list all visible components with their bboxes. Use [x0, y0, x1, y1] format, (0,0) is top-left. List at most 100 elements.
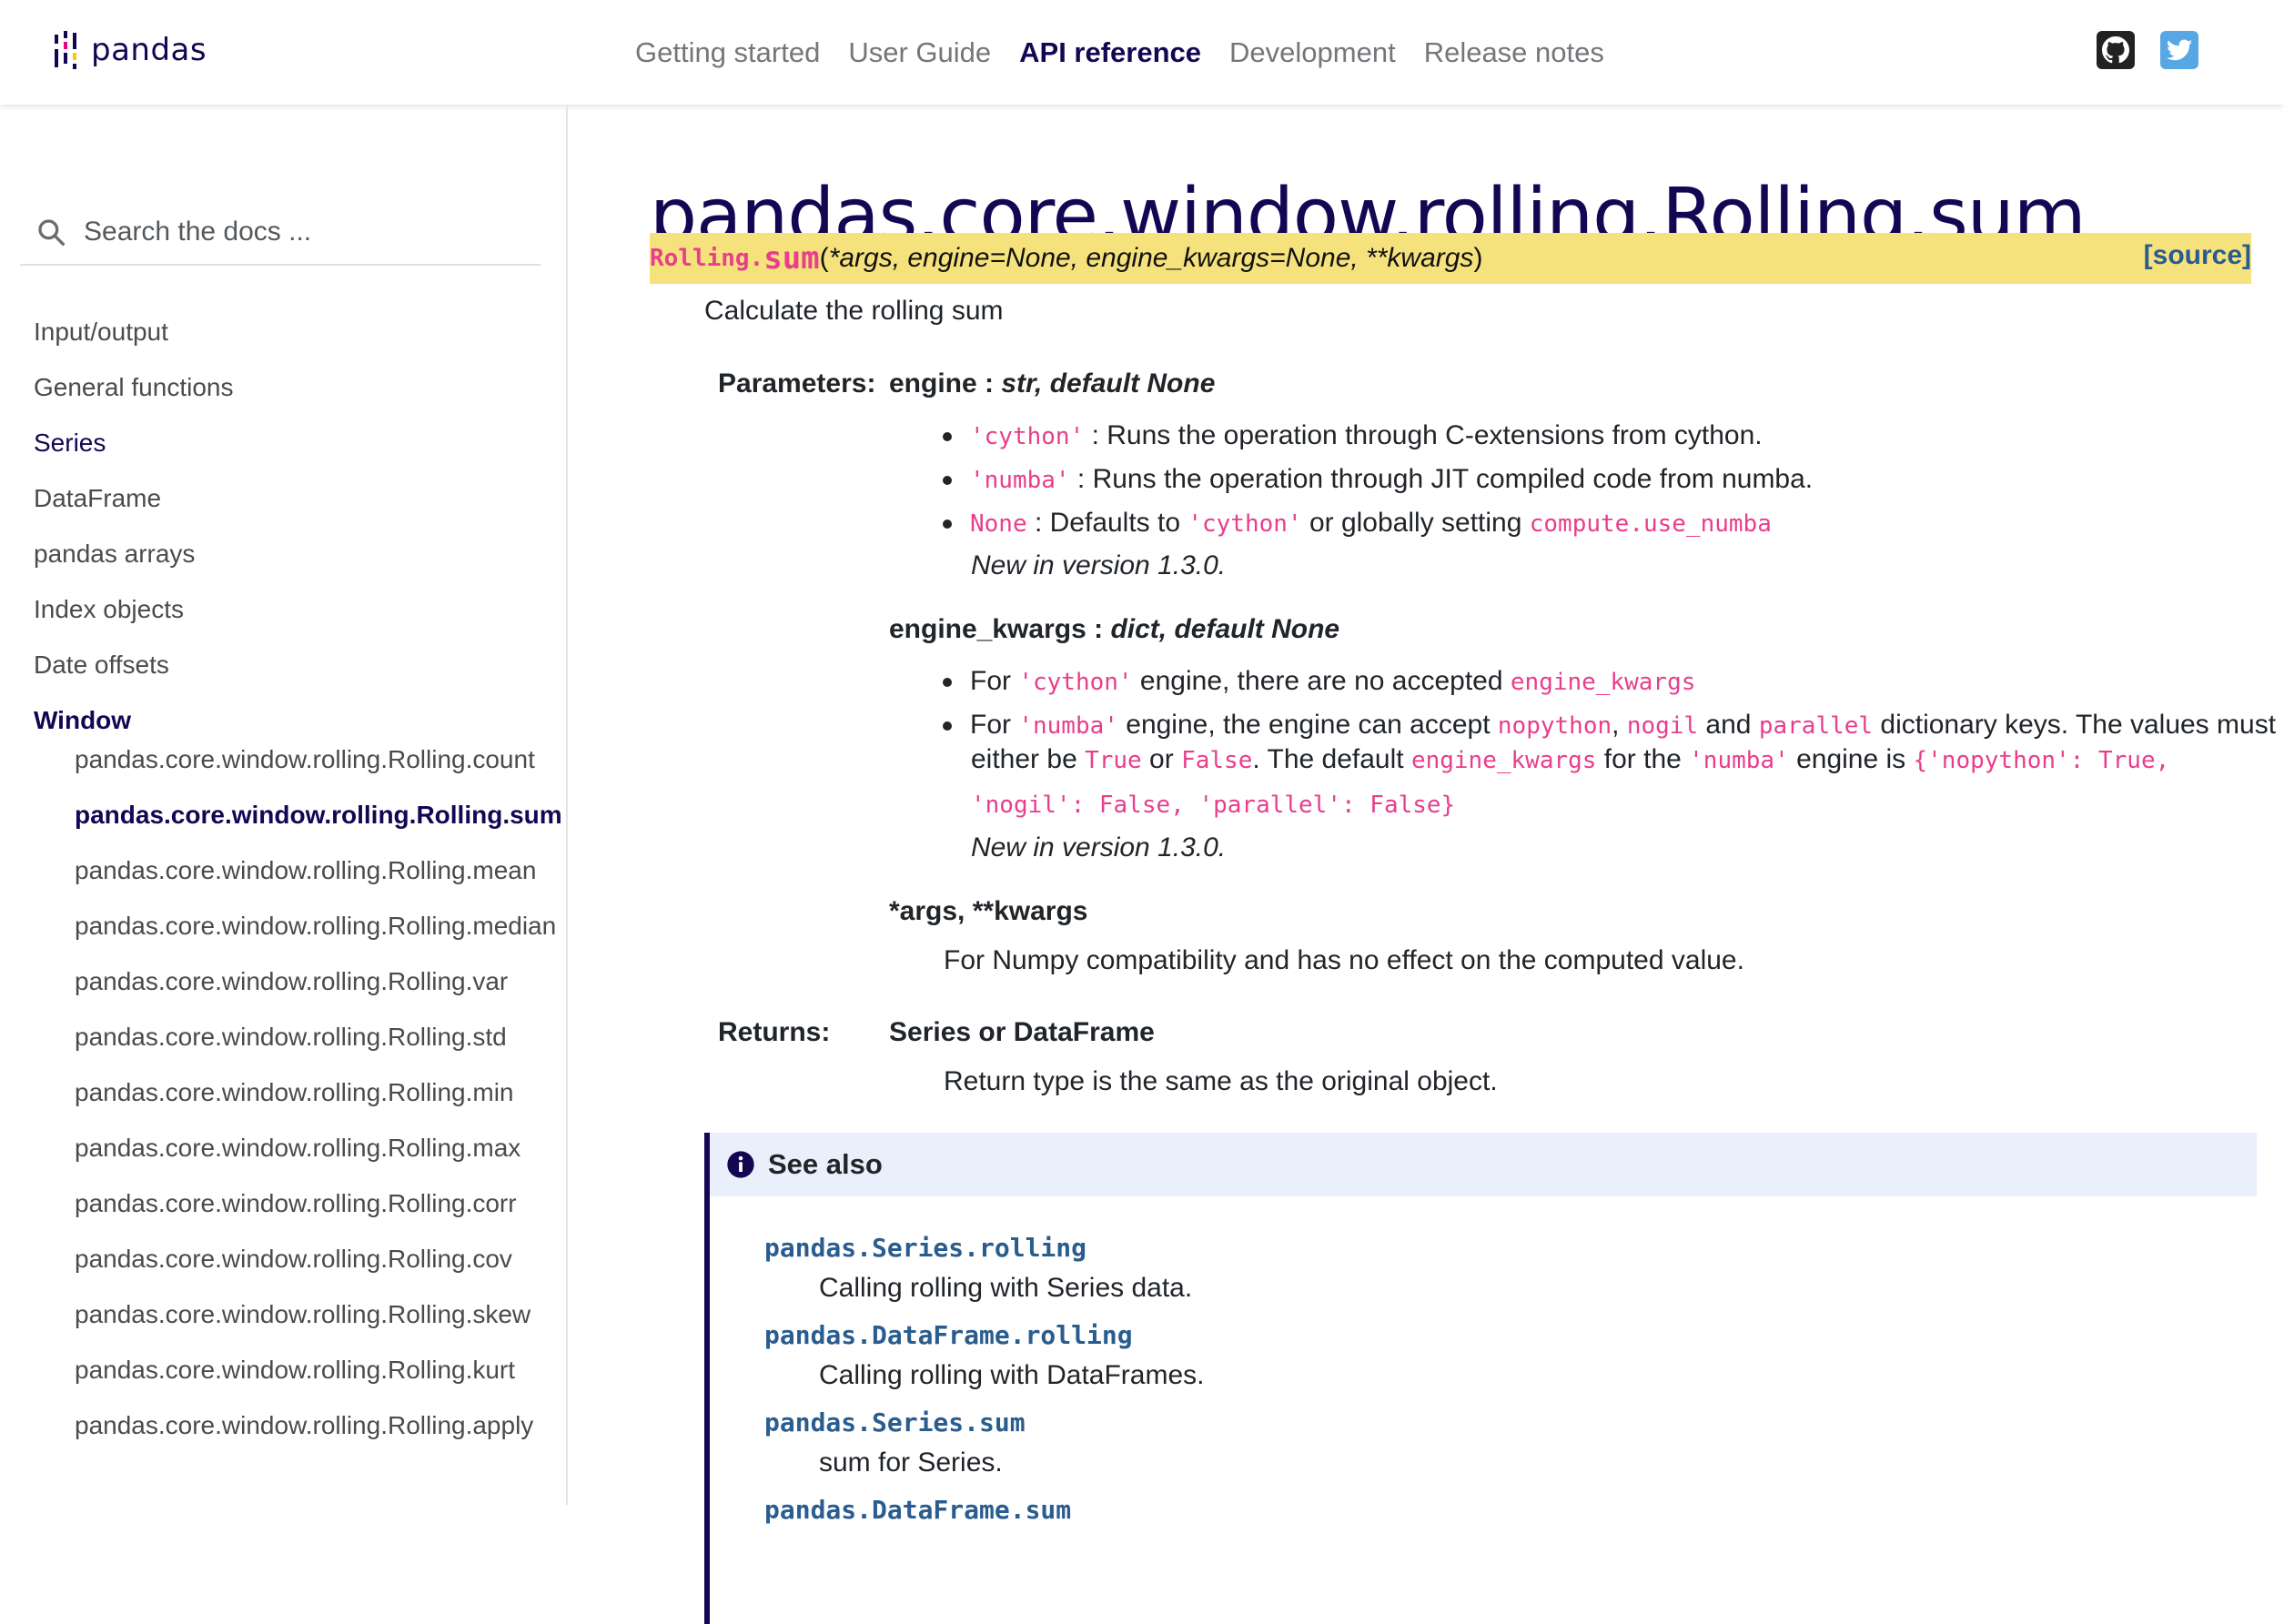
search-input[interactable] — [82, 216, 522, 248]
code-true: True — [1085, 747, 1142, 774]
nav-icons — [2071, 31, 2198, 69]
bullet-text: engine, there are no accepted — [1132, 666, 1511, 696]
param-engine-head: engine : str, default None — [889, 368, 1215, 399]
sidebar-subitem-median[interactable]: pandas.core.window.rolling.Rolling.media… — [75, 908, 562, 963]
sidebar-item-dataframe[interactable]: DataFrame — [34, 480, 233, 536]
code-none: None — [970, 510, 1027, 538]
param-args-head: *args, **kwargs — [889, 896, 1087, 927]
bullet-text: or — [1141, 744, 1182, 774]
param-engine-sep: : — [976, 368, 1002, 398]
sidebar-item-pandas-arrays[interactable]: pandas arrays — [34, 536, 233, 591]
nav-user-guide[interactable]: User Guide — [848, 36, 991, 69]
list-item: For 'cython' engine, there are no accept… — [942, 660, 2276, 703]
bullet-text: , — [1612, 710, 1627, 740]
code-numba: 'numba' — [970, 467, 1070, 494]
code-cython: 'cython' — [970, 423, 1085, 450]
twitter-icon[interactable] — [2160, 31, 2198, 69]
top-navbar: pandas Getting started User Guide API re… — [0, 0, 2284, 105]
list-item: None : Defaults to 'cython' or globally … — [942, 501, 1813, 545]
sidebar-item-input-output[interactable]: Input/output — [34, 314, 233, 369]
list-item: For 'numba' engine, the engine can accep… — [942, 703, 2277, 747]
sidebar-subitem-cov[interactable]: pandas.core.window.rolling.Rolling.cov — [75, 1241, 562, 1296]
function-signature: Rolling. sum (*args, engine=None, engine_k… — [650, 233, 2251, 284]
search-box[interactable] — [20, 200, 541, 266]
sidebar-item-series[interactable]: Series — [34, 425, 233, 480]
sidebar-item-index-objects[interactable]: Index objects — [34, 591, 233, 647]
bullet-text: dictionary keys. The values must — [1873, 710, 2277, 740]
returns-type: Series or DataFrame — [889, 1017, 1155, 1048]
signature-name: sum — [763, 240, 820, 277]
sidebar-subitem-var[interactable]: pandas.core.window.rolling.Rolling.var — [75, 963, 562, 1019]
sidebar-subitem-max[interactable]: pandas.core.window.rolling.Rolling.max — [75, 1130, 562, 1185]
bullet-text: . The default — [1252, 744, 1411, 774]
see-also-link-series-rolling[interactable]: pandas.Series.rolling — [764, 1233, 1086, 1263]
sidebar-subitem-mean[interactable]: pandas.core.window.rolling.Rolling.mean — [75, 852, 562, 908]
sidebar-subitem-std[interactable]: pandas.core.window.rolling.Rolling.std — [75, 1019, 562, 1074]
signature-class: Rolling. — [650, 245, 764, 272]
see-also-box: See also pandas.Series.rolling Calling r… — [704, 1133, 2257, 1624]
param-engine-type: str, default None — [1001, 368, 1216, 398]
pandas-logo[interactable]: pandas — [53, 27, 207, 73]
sidebar-subitem-count[interactable]: pandas.core.window.rolling.Rolling.count — [75, 741, 562, 797]
logo-text: pandas — [91, 32, 207, 68]
version-note: New in version 1.3.0. — [971, 832, 1227, 862]
sidebar-subitem-sum[interactable]: pandas.core.window.rolling.Rolling.sum — [75, 797, 562, 852]
see-also-desc: Calling rolling with DataFrames. — [819, 1360, 1205, 1390]
source-link[interactable]: [source] — [2144, 240, 2251, 271]
sidebar-item-date-offsets[interactable]: Date offsets — [34, 647, 233, 702]
engine-kwargs-bullets: For 'cython' engine, there are no accept… — [942, 660, 2277, 747]
signature-close-paren: ) — [1473, 243, 1483, 273]
sidebar-subitem-apply[interactable]: pandas.core.window.rolling.Rolling.apply — [75, 1407, 562, 1463]
bullet-text: either be — [971, 744, 1086, 774]
bullet-text: : Runs the operation through JIT compile… — [1069, 464, 1814, 494]
code-numba: 'numba' — [1018, 712, 1118, 740]
bullet-text: For — [970, 666, 1019, 696]
param-args-desc: For Numpy compatibility and has no effec… — [944, 945, 1744, 975]
code-parallel: parallel — [1758, 712, 1874, 740]
bullet-text: engine, the engine can accept — [1117, 710, 1498, 740]
code-use-numba: compute.use_numba — [1529, 510, 1772, 538]
code-cython: 'cython' — [1187, 510, 1302, 538]
nav-development[interactable]: Development — [1229, 36, 1396, 69]
returns-desc: Return type is the same as the original … — [944, 1066, 1498, 1096]
sidebar-subitem-min[interactable]: pandas.core.window.rolling.Rolling.min — [75, 1074, 562, 1130]
summary-text: Calculate the rolling sum — [704, 296, 1004, 326]
nav-release-notes[interactable]: Release notes — [1424, 36, 1604, 69]
bullet-text: engine is — [1788, 744, 1914, 774]
param-engine-kwargs-name: engine_kwargs — [889, 614, 1086, 644]
sidebar-item-general-functions[interactable]: General functions — [34, 369, 233, 425]
see-also-desc: sum for Series. — [819, 1447, 1003, 1478]
code-engine-kwargs: engine_kwargs — [1410, 747, 1597, 774]
sidebar-subitem-kurt[interactable]: pandas.core.window.rolling.Rolling.kurt — [75, 1352, 562, 1407]
bullet-text: and — [1698, 710, 1759, 740]
github-icon[interactable] — [2097, 31, 2135, 69]
see-also-link-series-sum[interactable]: pandas.Series.sum — [764, 1407, 1026, 1437]
see-also-title: See also — [768, 1148, 883, 1180]
param-engine-kwargs-sep: : — [1086, 614, 1111, 644]
sidebar: Input/output General functions Series Da… — [0, 105, 568, 1505]
sidebar-subitem-skew[interactable]: pandas.core.window.rolling.Rolling.skew — [75, 1296, 562, 1352]
see-also-desc: Calling rolling with Series data. — [819, 1273, 1193, 1303]
see-also-link-dataframe-rolling[interactable]: pandas.DataFrame.rolling — [764, 1320, 1133, 1350]
list-item: 'numba' : Runs the operation through JIT… — [942, 458, 1814, 501]
see-also-header: See also — [710, 1133, 2257, 1196]
sidebar-subitem-corr[interactable]: pandas.core.window.rolling.Rolling.corr — [75, 1185, 562, 1241]
nav-getting-started[interactable]: Getting started — [635, 36, 820, 69]
bullet-text: For — [970, 710, 1019, 740]
signature-params: *args, engine=None, engine_kwargs=None, … — [828, 243, 1474, 273]
version-note: New in version 1.3.0. — [971, 550, 1227, 580]
search-icon — [38, 219, 65, 246]
bullet-text: : Runs the operation through C-extension… — [1084, 420, 1763, 450]
code-nopython: nopython — [1497, 712, 1612, 740]
returns-label: Returns: — [718, 1017, 831, 1047]
sidebar-sections: Input/output General functions Series Da… — [34, 314, 233, 758]
pandas-logo-icon — [55, 31, 76, 69]
param-engine-name: engine — [889, 368, 977, 398]
code-engine-kwargs: engine_kwargs — [1510, 669, 1696, 696]
nav-api-reference[interactable]: API reference — [1019, 36, 1201, 69]
signature-params-wrap: (*args, engine=None, engine_kwargs=None,… — [820, 243, 1483, 274]
see-also-link-dataframe-sum[interactable]: pandas.DataFrame.sum — [764, 1495, 1071, 1525]
code-cython: 'cython' — [1018, 669, 1133, 696]
code-false: False — [1181, 747, 1253, 774]
param-engine-kwargs-head: engine_kwargs : dict, default None — [889, 614, 1339, 645]
